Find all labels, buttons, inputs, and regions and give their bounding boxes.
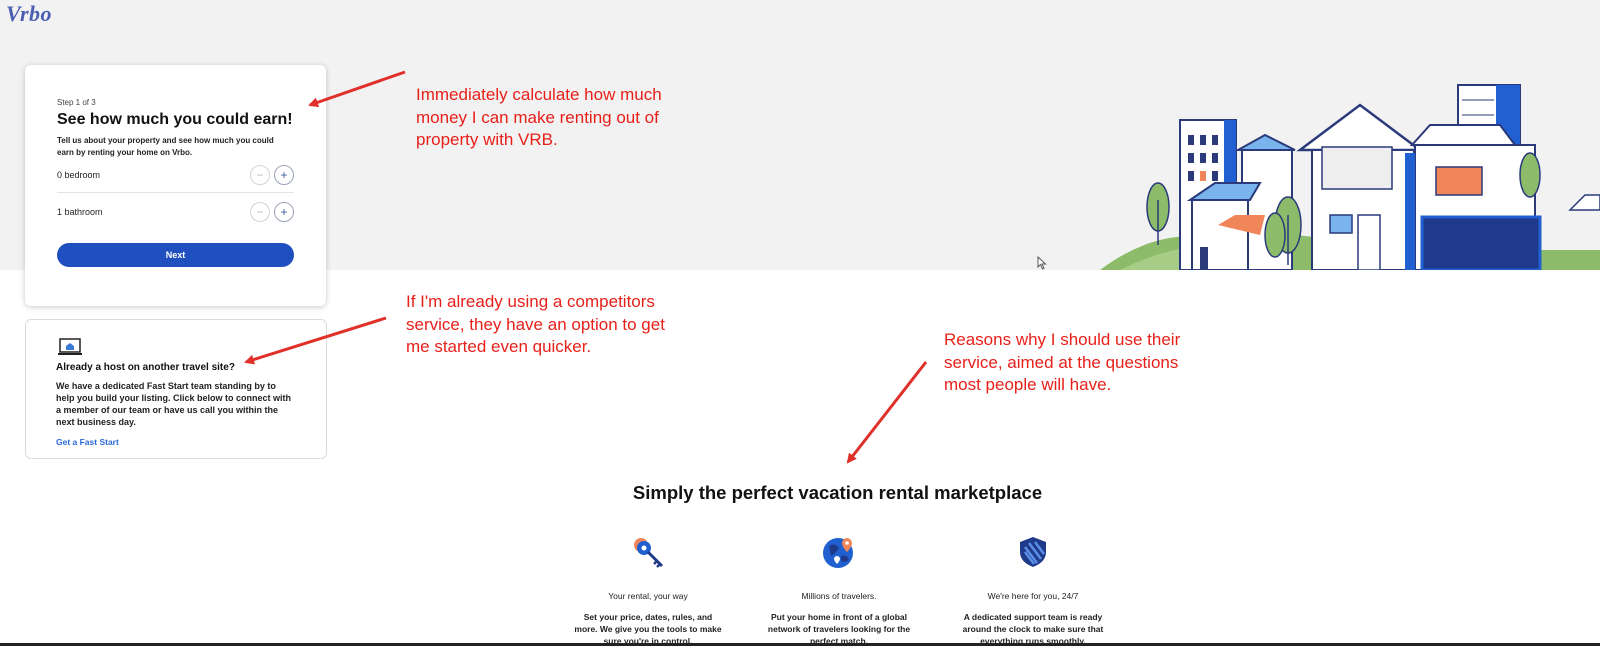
earnings-description: Tell us about your property and see how … <box>57 136 274 157</box>
bedroom-decrement-button[interactable]: − <box>250 164 270 185</box>
bathroom-counter: 1 bathroom − + <box>57 194 294 230</box>
fast-start-card: Already a host on another travel site? W… <box>25 319 327 459</box>
earnings-title: See how much you could earn! <box>57 111 293 128</box>
feature-title: We're here for you, 24/7 <box>987 591 1079 601</box>
earnings-calculator-card: Step 1 of 3 See how much you could earn!… <box>25 65 326 306</box>
keys-icon <box>634 538 664 568</box>
annotation-fast-start: If I'm already using a competitors servi… <box>406 292 665 356</box>
feature-description: Put your home in front of a global netwo… <box>767 612 911 646</box>
feature-description: A dedicated support team is ready around… <box>962 612 1104 646</box>
bedroom-increment-button[interactable]: + <box>274 164 294 185</box>
vrbo-logo[interactable]: Vrbo <box>6 1 52 27</box>
bedroom-stepper: − + <box>250 164 294 185</box>
bathroom-count-label: 1 bathroom <box>57 207 103 217</box>
feature-support: We're here for you, 24/7 A dedicated sup… <box>958 534 1108 646</box>
mouse-cursor-icon <box>1037 256 1047 270</box>
bathroom-stepper: − + <box>250 202 294 222</box>
laptop-home-icon <box>58 338 82 355</box>
feature-your-rental: Your rental, your way Set your price, da… <box>573 534 723 646</box>
step-indicator: Step 1 of 3 <box>57 98 96 107</box>
fast-start-title: Already a host on another travel site? <box>56 362 235 373</box>
fast-start-description: We have a dedicated Fast Start team stan… <box>56 381 292 427</box>
annotation-earnings: Immediately calculate how much money I c… <box>416 85 662 149</box>
get-fast-start-link[interactable]: Get a Fast Start <box>56 437 119 447</box>
next-button[interactable]: Next <box>57 243 294 267</box>
bedroom-count-label: 0 bedroom <box>57 169 101 180</box>
bedroom-counter: 0 bedroom − + <box>57 157 294 193</box>
arrow-to-marketplace <box>846 361 928 464</box>
feature-description: Set your price, dates, rules, and more. … <box>574 612 722 646</box>
annotation-reasons: Reasons why I should use their service, … <box>944 330 1181 394</box>
marketplace-title: Simply the perfect vacation rental marke… <box>632 482 1043 503</box>
feature-title: Your rental, your way <box>608 591 688 601</box>
shield-icon <box>1020 537 1046 567</box>
feature-millions-travelers: Millions of travelers. Put your home in … <box>764 534 914 646</box>
city-illustration <box>1100 84 1600 270</box>
feature-title: Millions of travelers. <box>801 591 877 601</box>
bathroom-decrement-button[interactable]: − <box>250 202 270 222</box>
globe-icon <box>823 538 853 568</box>
bathroom-increment-button[interactable]: + <box>274 202 294 222</box>
